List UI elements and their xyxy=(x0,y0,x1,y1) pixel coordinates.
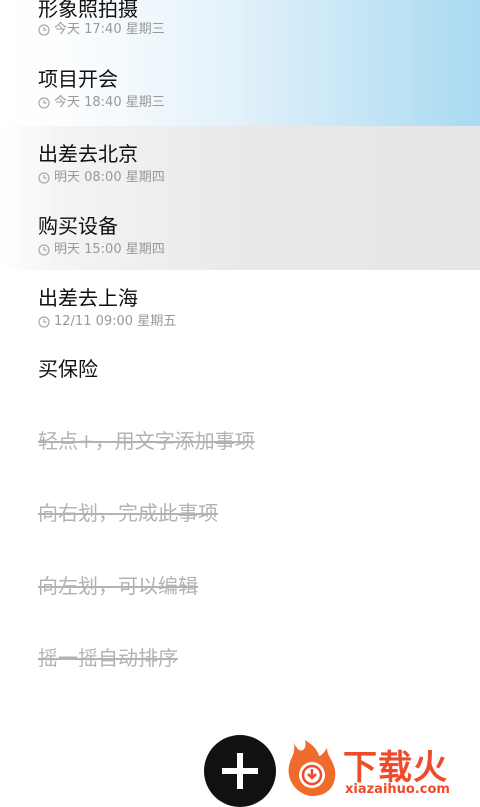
task-title: 买保险 xyxy=(38,357,98,381)
task-list: 形象照拍摄 今天 17:40 星期三 项目开会 今天 18:40 星期三 出差去… xyxy=(0,0,480,704)
plus-icon xyxy=(222,753,258,789)
task-time: 今天 17:40 星期三 xyxy=(54,22,165,37)
hint-item[interactable]: 向左划，可以编辑 xyxy=(0,560,480,632)
task-item[interactable]: 项目开会 今天 18:40 星期三 xyxy=(0,55,480,126)
hint-item[interactable]: 向右划，完成此事项 xyxy=(0,487,480,560)
watermark: 下载火 xiazaihuo.com xyxy=(283,738,480,800)
task-item[interactable]: 出差去上海 12/11 09:00 星期五 xyxy=(0,270,480,343)
task-time: 今天 18:40 星期三 xyxy=(54,95,165,110)
task-time-row: 明天 15:00 星期四 xyxy=(38,242,165,258)
task-title: 出差去上海 xyxy=(38,286,138,310)
watermark-url: xiazaihuo.com xyxy=(345,782,450,797)
hint-text: 轻点+，用文字添加事项 xyxy=(38,429,255,453)
clock-icon xyxy=(38,244,50,256)
task-item[interactable]: 买保险 xyxy=(0,343,480,415)
clock-icon xyxy=(38,97,50,109)
flame-logo-icon xyxy=(288,740,336,796)
task-item[interactable]: 形象照拍摄 今天 17:40 星期三 xyxy=(0,0,480,55)
task-title: 出差去北京 xyxy=(38,142,138,166)
task-title: 项目开会 xyxy=(38,67,118,91)
task-time: 明天 15:00 星期四 xyxy=(54,242,165,257)
task-time-row: 明天 08:00 星期四 xyxy=(38,170,165,186)
hint-text: 向右划，完成此事项 xyxy=(38,501,218,525)
task-time-row: 12/11 09:00 星期五 xyxy=(38,314,176,330)
clock-icon xyxy=(38,172,50,184)
hint-text: 摇一摇自动排序 xyxy=(38,646,178,670)
hint-text: 向左划，可以编辑 xyxy=(38,574,198,598)
clock-icon xyxy=(38,316,50,328)
task-time-row: 今天 17:40 星期三 xyxy=(38,22,165,38)
hint-item[interactable]: 摇一摇自动排序 xyxy=(0,632,480,704)
clock-icon xyxy=(38,24,50,36)
task-item[interactable]: 出差去北京 明天 08:00 星期四 xyxy=(0,126,480,198)
task-item[interactable]: 购买设备 明天 15:00 星期四 xyxy=(0,198,480,270)
hint-item[interactable]: 轻点+，用文字添加事项 xyxy=(0,415,480,487)
add-task-button[interactable] xyxy=(204,735,276,807)
task-time: 12/11 09:00 星期五 xyxy=(54,314,177,329)
task-title: 购买设备 xyxy=(38,214,118,238)
task-title: 形象照拍摄 xyxy=(38,0,138,21)
task-time-row: 今天 18:40 星期三 xyxy=(38,95,165,111)
task-time: 明天 08:00 星期四 xyxy=(54,170,165,185)
